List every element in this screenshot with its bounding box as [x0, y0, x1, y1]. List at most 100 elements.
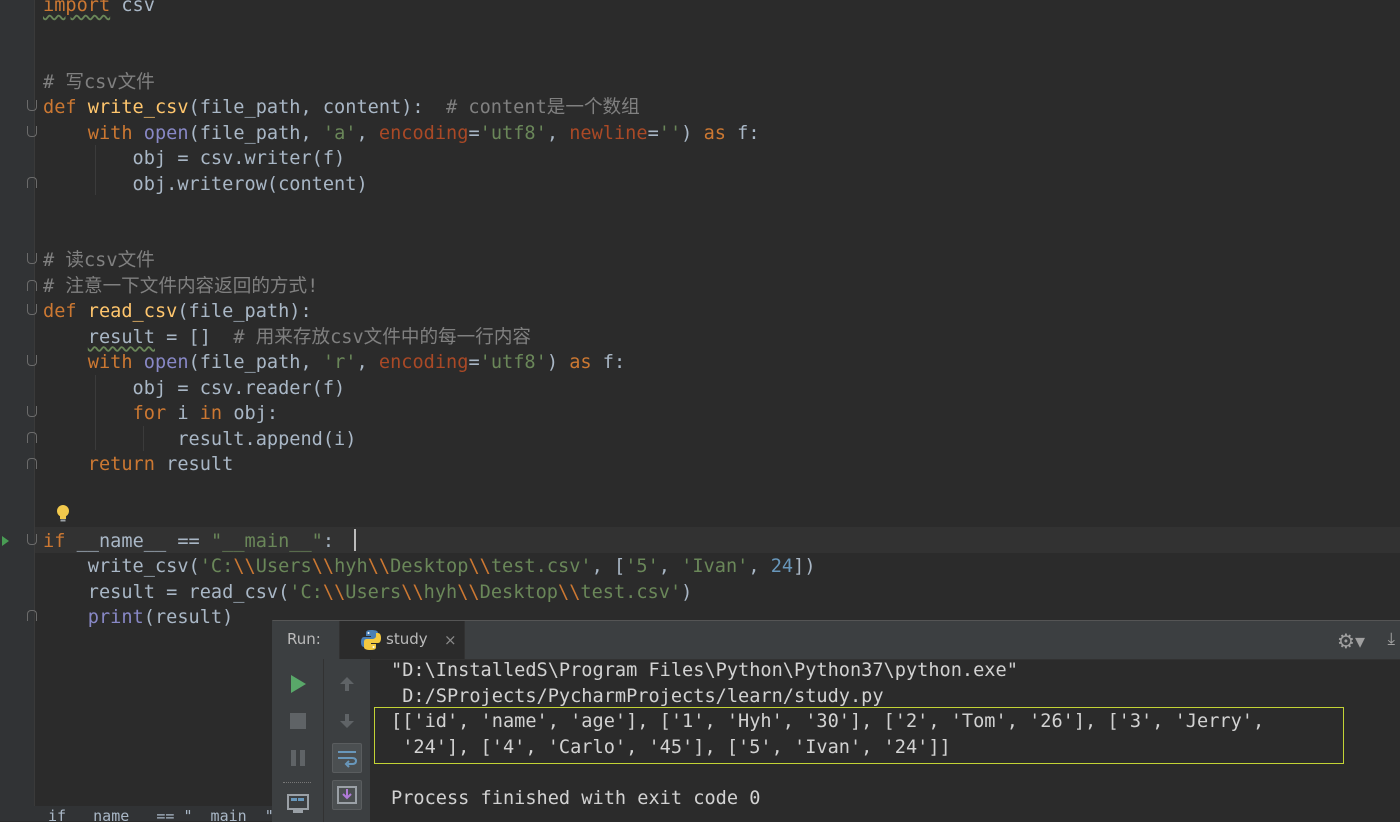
run-gutter-arrow-icon[interactable]	[2, 536, 9, 546]
code-token: 'utf8'	[479, 122, 547, 144]
fold-marker[interactable]	[27, 126, 37, 137]
code-token: 'C:	[289, 581, 323, 603]
fold-marker[interactable]	[27, 432, 37, 443]
code-token: (result)	[143, 607, 234, 628]
code-token: 'a'	[322, 122, 357, 144]
code-token: open	[143, 352, 189, 373]
code-token: # 注意一下文件内容返回的方式!	[43, 275, 319, 297]
code-token: # content是一个数组	[446, 97, 640, 118]
fold-marker[interactable]	[27, 177, 37, 188]
code-line[interactable]: # 写csv文件	[43, 70, 155, 96]
run-tool-window: Run: study × ⚙▾ ⤓ "D:\InstalledS\Program…	[272, 620, 1400, 822]
code-token: encoding	[378, 352, 469, 373]
code-token: ''	[658, 122, 682, 144]
code-token: 'Ivan'	[681, 556, 749, 577]
scroll-up-button[interactable]	[332, 669, 362, 699]
code-token: test.csv'	[580, 581, 682, 603]
code-token: for	[132, 403, 178, 424]
fold-marker[interactable]	[27, 406, 37, 417]
fold-marker[interactable]	[27, 534, 37, 545]
code-line[interactable]: def read_csv(file_path):	[43, 299, 312, 325]
scroll-down-button[interactable]	[332, 706, 362, 736]
fold-marker[interactable]	[27, 280, 37, 291]
code-token: , [	[591, 556, 626, 577]
code-line[interactable]: print(result)	[43, 605, 234, 631]
code-token: # 用来存放csv文件中的每一行内容	[233, 326, 532, 348]
code-token: 24	[770, 556, 794, 577]
fold-marker[interactable]	[27, 355, 37, 366]
code-line[interactable]: # 读csv文件	[43, 248, 155, 274]
code-token: ])	[793, 556, 816, 577]
layout-icon	[287, 794, 309, 813]
output-highlight-box	[374, 707, 1344, 764]
code-token: as	[703, 122, 738, 144]
code-token: read_csv	[87, 301, 178, 322]
fold-marker[interactable]	[27, 458, 37, 469]
code-line[interactable]: result.append(i)	[43, 427, 356, 453]
code-token: with	[87, 122, 144, 144]
hide-panel-icon[interactable]: ⤓	[1387, 629, 1395, 649]
code-token: '5'	[625, 556, 659, 577]
breadcrumb[interactable]: if __name__ == "__main__"	[48, 807, 272, 821]
code-token: "__main__"	[210, 530, 323, 552]
code-line[interactable]: obj = csv.reader(f)	[43, 376, 346, 402]
code-token: obj = csv.writer(f)	[43, 148, 346, 169]
stop-button[interactable]	[283, 706, 313, 736]
code-token: (file_path):	[177, 301, 312, 322]
code-line[interactable]: obj = csv.writer(f)	[43, 146, 346, 172]
toolbar-separator	[283, 782, 311, 783]
code-line[interactable]: return result	[43, 452, 234, 478]
code-token: )	[681, 581, 693, 603]
text-caret	[354, 529, 356, 551]
code-token: (file_path,	[188, 122, 323, 144]
code-token: Users	[255, 556, 312, 577]
code-token: hyh	[423, 581, 458, 603]
code-token: with	[87, 352, 144, 373]
code-token: test.csv'	[490, 556, 592, 577]
code-line[interactable]: # 注意一下文件内容返回的方式!	[43, 274, 318, 300]
fold-marker[interactable]	[27, 304, 37, 315]
code-line[interactable]: import csv	[43, 0, 155, 19]
code-line[interactable]: result = [] # 用来存放csv文件中的每一行内容	[43, 325, 531, 351]
restore-layout-button[interactable]	[283, 789, 313, 819]
code-line[interactable]: for i in obj:	[43, 401, 279, 427]
settings-gear-icon[interactable]: ⚙▾	[1337, 629, 1365, 653]
code-token: \\	[311, 556, 335, 577]
code-line[interactable]: with open(file_path, 'a', encoding='utf8…	[43, 121, 760, 147]
code-token: f:	[737, 122, 760, 144]
scroll-to-end-button[interactable]	[332, 780, 362, 810]
rerun-button[interactable]	[283, 669, 313, 699]
code-token: newline	[569, 122, 648, 144]
code-token: obj:	[233, 403, 279, 424]
run-tab-study[interactable]: study ×	[339, 621, 465, 659]
soft-wrap-button[interactable]	[332, 743, 362, 773]
code-line[interactable]: write_csv('C:\\Users\\hyh\\Desktop\\test…	[43, 554, 816, 580]
code-token: result	[166, 454, 234, 475]
code-line[interactable]: with open(file_path, 'r', encoding='utf8…	[43, 350, 625, 376]
code-token: :	[322, 530, 335, 552]
code-line[interactable]: if __name__ == "__main__":	[43, 529, 334, 555]
code-token: )	[681, 122, 704, 144]
code-token: obj.writerow(content)	[43, 173, 368, 195]
code-token: (file_path,	[188, 352, 323, 373]
code-token: encoding	[378, 122, 469, 144]
code-line[interactable]: result = read_csv('C:\\Users\\hyh\\Deskt…	[43, 580, 693, 606]
code-line[interactable]: def write_csv(file_path, content): # con…	[43, 95, 640, 121]
fold-marker[interactable]	[27, 100, 37, 111]
console-line: Process finished with exit code 0	[391, 787, 761, 809]
code-line[interactable]: obj.writerow(content)	[43, 172, 368, 198]
code-token: \\	[233, 556, 256, 577]
close-tab-icon[interactable]: ×	[444, 631, 457, 649]
console-line: "D:\InstalledS\Program Files\Python\Pyth…	[391, 660, 1018, 681]
fold-marker[interactable]	[27, 610, 37, 621]
fold-marker[interactable]	[27, 253, 37, 264]
code-token: \\	[322, 581, 346, 603]
pause-button[interactable]	[283, 743, 313, 773]
run-tab-label: study	[386, 630, 428, 648]
code-token: 'r'	[322, 352, 357, 373]
code-token: def	[43, 97, 88, 118]
